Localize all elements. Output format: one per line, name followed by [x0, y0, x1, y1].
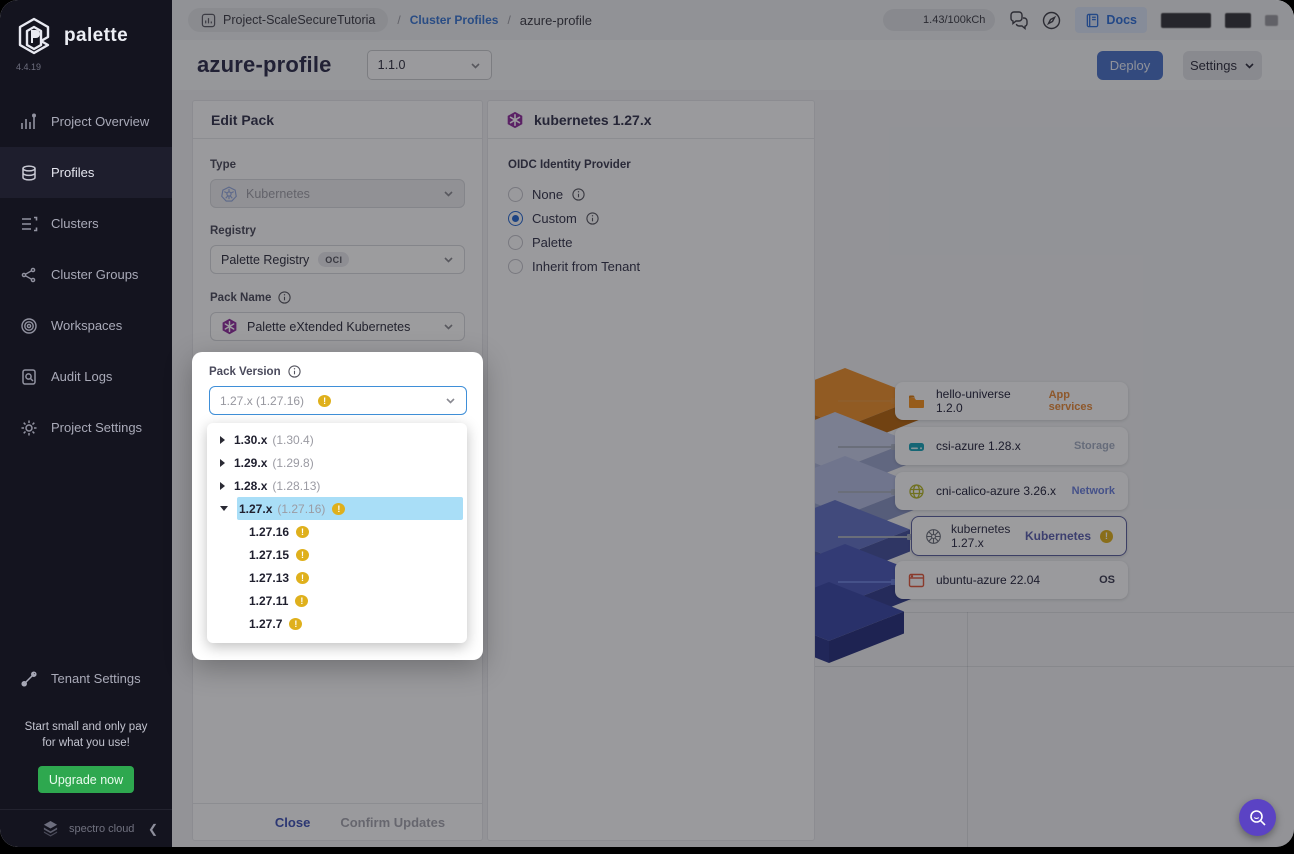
warning-icon: ! [289, 617, 303, 630]
sidebar: palette 4.4.19 Project Overview Profiles… [0, 0, 172, 847]
caret-right-icon[interactable] [220, 481, 225, 490]
clusters-icon [22, 216, 38, 231]
cluster-groups-icon [21, 267, 36, 282]
sidebar-item-clusters[interactable]: Clusters [0, 198, 172, 249]
sidebar-item-label: Profiles [51, 165, 95, 180]
version-group-1-28[interactable]: 1.28.x (1.28.13) [207, 474, 467, 497]
pack-version-select[interactable]: 1.27.x (1.27.16) ! [209, 386, 467, 415]
sidebar-item-workspaces[interactable]: Workspaces [0, 300, 172, 351]
version-group-1-27-selected[interactable]: 1.27.x (1.27.16) ! [207, 497, 467, 520]
warning-icon: ! [295, 594, 309, 607]
upgrade-now-button[interactable]: Upgrade now [38, 766, 134, 793]
sidebar-item-label: Audit Logs [51, 369, 113, 384]
version-option-1-27-15[interactable]: 1.27.15 ! [207, 543, 467, 566]
sidebar-item-tenant-settings[interactable]: Tenant Settings [0, 657, 172, 701]
warning-icon: ! [332, 502, 346, 515]
pack-version-spotlight-card: Pack Version 1.27.x (1.27.16) ! 1.30.x (… [192, 352, 483, 660]
sidebar-item-project-overview[interactable]: Project Overview [0, 96, 172, 147]
spectro-cloud-logo-icon [43, 820, 58, 837]
app-logo-text: palette [64, 25, 129, 46]
chevron-down-icon [446, 398, 455, 404]
app-window: palette 4.4.19 Project Overview Profiles… [0, 0, 1294, 847]
version-option-1-27-7[interactable]: 1.27.7 ! [207, 612, 467, 635]
sidebar-item-project-settings[interactable]: Project Settings [0, 402, 172, 453]
version-option-1-27-11[interactable]: 1.27.11 ! [207, 589, 467, 612]
sidebar-item-cluster-groups[interactable]: Cluster Groups [0, 249, 172, 300]
pack-version-dropdown: 1.30.x (1.30.4) 1.29.x (1.29.8) 1.28.x (… [207, 423, 467, 643]
caret-right-icon[interactable] [220, 458, 225, 467]
resource-search-fab[interactable] [1239, 799, 1276, 836]
version-group-1-29[interactable]: 1.29.x (1.29.8) [207, 451, 467, 474]
pack-version-value: 1.27.x (1.27.16) [220, 393, 305, 408]
sidebar-item-label: Tenant Settings [51, 671, 141, 687]
chart-icon [21, 112, 37, 129]
palette-logo-icon [18, 17, 50, 55]
workspaces-icon [21, 317, 37, 334]
profiles-icon [22, 164, 36, 181]
sidebar-nav: Project Overview Profiles Clusters Clust… [0, 96, 172, 453]
gear-icon [21, 420, 37, 435]
pack-version-label: Pack Version [209, 365, 467, 378]
caret-down-icon[interactable] [220, 506, 228, 511]
sidebar-item-label: Cluster Groups [51, 267, 139, 282]
sidebar-item-label: Clusters [51, 216, 99, 231]
caret-right-icon[interactable] [220, 435, 225, 444]
warning-icon: ! [296, 525, 310, 538]
sidebar-item-label: Project Overview [51, 114, 150, 129]
version-option-1-27-16[interactable]: 1.27.16 ! [207, 520, 467, 543]
sidebar-item-audit-logs[interactable]: Audit Logs [0, 351, 172, 402]
version-group-1-30[interactable]: 1.30.x (1.30.4) [207, 428, 467, 451]
promo-text: Start small and only pay for what you us… [24, 720, 148, 750]
sidebar-collapse-chevron[interactable]: ❮ [148, 822, 158, 836]
sidebar-item-label: Project Settings [51, 420, 143, 435]
info-icon[interactable] [287, 365, 301, 378]
tools-icon [21, 671, 37, 687]
warning-icon: ! [296, 548, 310, 561]
version-option-1-27-13[interactable]: 1.27.13 ! [207, 566, 467, 589]
brand-footer-text: spectro cloud [69, 822, 135, 835]
sidebar-item-profiles[interactable]: Profiles [0, 147, 172, 198]
app-version: 4.4.19 [16, 62, 42, 72]
sidebar-item-label: Workspaces [51, 318, 123, 333]
audit-logs-icon [22, 368, 36, 385]
warning-icon: ! [318, 394, 332, 407]
warning-icon: ! [296, 571, 310, 584]
magnifier-icon [1249, 809, 1266, 826]
backdrop: palette 4.4.19 Project Overview Profiles… [0, 0, 1294, 854]
